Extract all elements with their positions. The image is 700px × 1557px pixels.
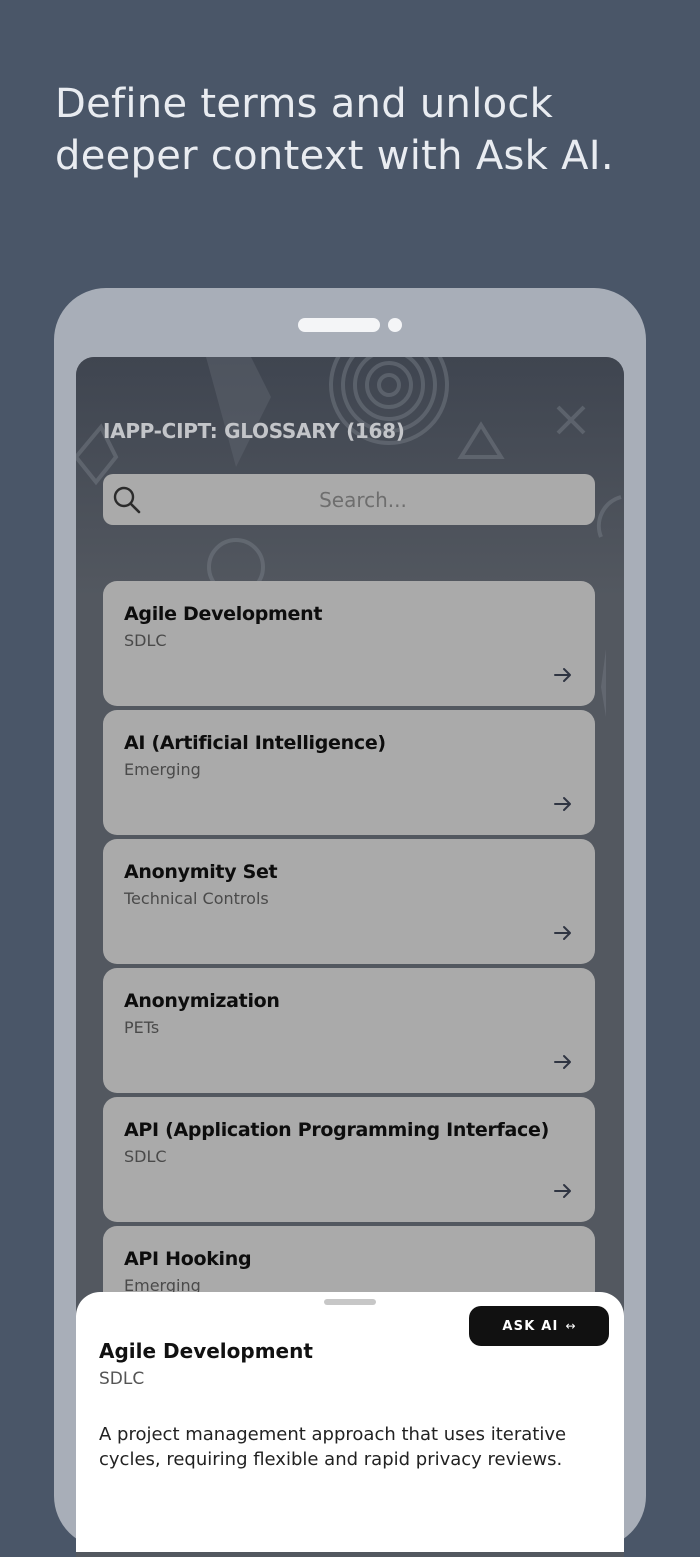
term-category: SDLC [124, 1147, 167, 1166]
detail-term-name: Agile Development [99, 1339, 313, 1363]
term-card-anonymity-set[interactable]: Anonymity Set Technical Controls [103, 839, 595, 964]
arrow-right-icon [554, 926, 571, 940]
glossary-title: IAPP-CIPT: GLOSSARY (168) [103, 419, 405, 443]
term-card-anonymization[interactable]: Anonymization PETs [103, 968, 595, 1093]
term-name: Anonymity Set [124, 861, 278, 883]
arrow-right-icon [554, 1055, 571, 1069]
term-list: Agile Development SDLC AI (Artificial In… [103, 581, 595, 1355]
search-bar[interactable] [103, 474, 595, 525]
sheet-drag-handle[interactable] [324, 1299, 376, 1305]
term-detail-sheet: ASK AI ↔ Agile Development SDLC A projec… [76, 1292, 624, 1552]
term-name: Anonymization [124, 990, 280, 1012]
detail-term-category: SDLC [99, 1369, 145, 1389]
search-input[interactable] [153, 474, 573, 525]
term-name: API (Application Programming Interface) [124, 1119, 549, 1141]
headline: Define terms and unlock deeper context w… [55, 81, 614, 179]
ask-ai-button[interactable]: ASK AI ↔ [469, 1306, 609, 1346]
arrow-right-icon [554, 668, 571, 682]
term-name: API Hooking [124, 1248, 252, 1270]
term-category: Emerging [124, 760, 201, 779]
phone-speaker [298, 318, 380, 332]
term-category: PETs [124, 1018, 160, 1037]
swap-arrows-icon: ↔ [565, 1319, 576, 1333]
arrow-right-icon [554, 797, 571, 811]
term-card-api[interactable]: API (Application Programming Interface) … [103, 1097, 595, 1222]
term-category: Technical Controls [124, 889, 269, 908]
term-card-ai[interactable]: AI (Artificial Intelligence) Emerging [103, 710, 595, 835]
detail-definition: A project management approach that uses … [99, 1424, 567, 1470]
term-card-agile-development[interactable]: Agile Development SDLC [103, 581, 595, 706]
phone-camera [388, 318, 402, 332]
ask-ai-label: ASK AI [502, 1318, 559, 1334]
term-category: SDLC [124, 631, 167, 650]
term-name: Agile Development [124, 603, 323, 625]
search-icon [113, 486, 141, 514]
arrow-right-icon [554, 1184, 571, 1198]
term-name: AI (Artificial Intelligence) [124, 732, 386, 754]
